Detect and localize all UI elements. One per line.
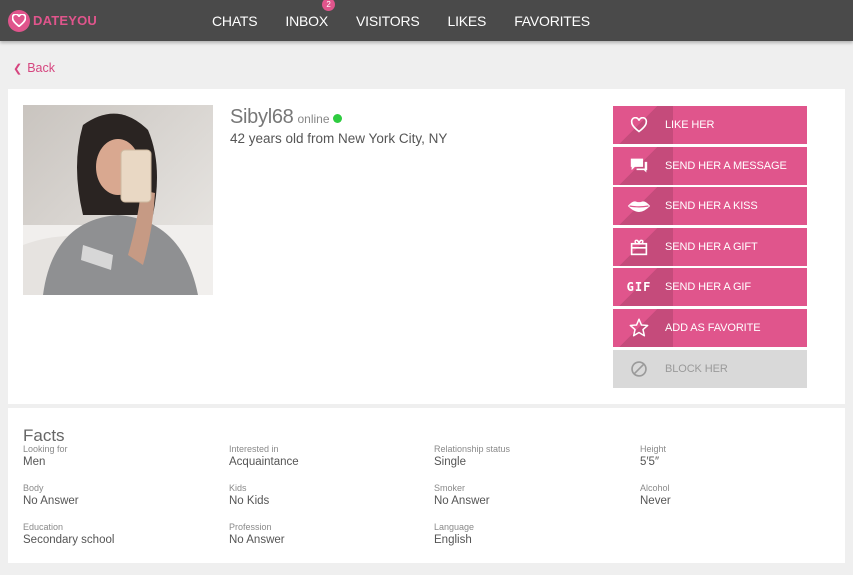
profile-photo[interactable] bbox=[23, 105, 213, 295]
chat-icon bbox=[613, 157, 665, 175]
lips-icon bbox=[613, 199, 665, 213]
fact-height: Height 5′5″ bbox=[640, 444, 667, 468]
inbox-badge: 2 bbox=[322, 0, 335, 11]
add-favorite-label: ADD AS FAVORITE bbox=[665, 321, 761, 334]
nav-inbox[interactable]: INBOX 2 bbox=[285, 0, 335, 29]
fact-relationship-status: Relationship status Single bbox=[434, 444, 511, 468]
like-her-button[interactable]: LIKE HER bbox=[613, 106, 807, 144]
fact-looking-for: Looking for Men bbox=[23, 444, 68, 468]
nav-chats[interactable]: CHATS bbox=[212, 13, 258, 29]
top-bar: DATEYOU CHATS INBOX 2 VISITORS LIKES FAV… bbox=[0, 0, 853, 41]
nav-inbox-label: INBOX bbox=[285, 12, 328, 29]
block-icon bbox=[613, 360, 665, 378]
action-list: LIKE HER SEND HER A MESSAGE SEND HER A K… bbox=[613, 106, 807, 390]
fact-interested-in: Interested in Acquaintance bbox=[229, 444, 299, 468]
online-dot-icon bbox=[332, 114, 342, 123]
heart-logo-icon bbox=[8, 9, 30, 32]
send-gift-button[interactable]: SEND HER A GIFT bbox=[613, 227, 807, 266]
like-her-label: LIKE HER bbox=[665, 119, 715, 131]
send-gift-label: SEND HER A GIFT bbox=[665, 240, 758, 253]
name-row: Sibyl68 online bbox=[230, 106, 342, 129]
send-kiss-button[interactable]: SEND HER A KISS bbox=[613, 187, 807, 226]
username: Sibyl68 bbox=[230, 106, 294, 128]
heart-icon bbox=[613, 117, 665, 133]
brand-logo[interactable]: DATEYOU bbox=[8, 9, 97, 32]
profile-summary: 42 years old from New York City, NY bbox=[230, 131, 448, 146]
nav-likes[interactable]: LIKES bbox=[448, 13, 487, 29]
main-nav: CHATS INBOX 2 VISITORS LIKES FAVORITES bbox=[212, 0, 618, 41]
fact-education: Education Secondary school bbox=[23, 522, 115, 546]
back-link[interactable]: ❮ Back bbox=[13, 61, 55, 75]
send-gif-label: SEND HER A GIF bbox=[665, 281, 752, 294]
send-message-button[interactable]: SEND HER A MESSAGE bbox=[613, 146, 807, 185]
nav-visitors[interactable]: VISITORS bbox=[356, 13, 420, 29]
block-her-label: BLOCK HER bbox=[665, 362, 728, 375]
back-label: Back bbox=[27, 61, 56, 75]
facts-card: Facts Looking for Men Interested in Acqu… bbox=[8, 408, 845, 563]
nav-favorites[interactable]: FAVORITES bbox=[514, 13, 590, 29]
send-message-label: SEND HER A MESSAGE bbox=[665, 159, 787, 172]
gif-icon: GIF bbox=[626, 280, 652, 295]
fact-kids: Kids No Kids bbox=[229, 483, 270, 507]
star-icon bbox=[613, 318, 665, 337]
add-favorite-button[interactable]: ADD AS FAVORITE bbox=[613, 308, 807, 347]
brand-name: DATEYOU bbox=[33, 13, 97, 28]
fact-profession: Profession No Answer bbox=[229, 522, 285, 546]
fact-language: Language English bbox=[434, 522, 475, 546]
chevron-left-icon: ❮ bbox=[13, 62, 23, 75]
fact-body: Body No Answer bbox=[23, 483, 79, 507]
send-kiss-label: SEND HER A KISS bbox=[665, 200, 758, 213]
facts-title: Facts bbox=[23, 426, 65, 445]
fact-alcohol: Alcohol Never bbox=[640, 483, 671, 507]
fact-smoker: Smoker No Answer bbox=[434, 483, 490, 507]
block-her-button[interactable]: BLOCK HER bbox=[613, 349, 807, 388]
send-gif-button[interactable]: GIF SEND HER A GIF bbox=[613, 268, 807, 307]
online-status: online bbox=[297, 112, 330, 126]
profile-card: Sibyl68 online 42 years old from New Yor… bbox=[8, 89, 845, 404]
gift-icon bbox=[613, 238, 665, 256]
